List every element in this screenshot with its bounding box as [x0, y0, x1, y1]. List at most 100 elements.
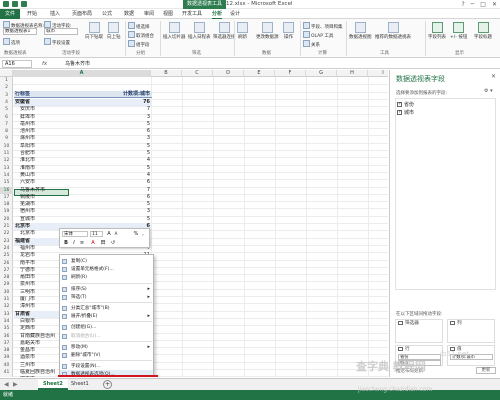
filters-area[interactable]: 筛选器 [395, 319, 443, 343]
pivot-row-label[interactable]: 乌鲁木齐市 [20, 187, 92, 194]
ungroup-button[interactable]: 取消组合 [128, 31, 154, 39]
olap-tools-button[interactable]: OLAP 工具 [303, 31, 333, 39]
close-button[interactable]: ✕ [492, 0, 497, 9]
italic-button[interactable]: I [71, 240, 77, 246]
pivot-row-count[interactable]: 6 [90, 194, 150, 201]
close-icon[interactable]: ✕ [491, 73, 496, 80]
pivot-row-label[interactable]: 黄山市 [20, 172, 92, 179]
row-header[interactable]: 27 [0, 267, 13, 274]
tab-page-layout[interactable]: 页面布局 [72, 9, 92, 19]
row-header[interactable]: 24 [0, 245, 13, 252]
column-header-g[interactable]: G [306, 70, 337, 77]
field-settings-button[interactable]: 字段设置 [44, 38, 70, 46]
row-header[interactable]: 32 [0, 303, 13, 310]
row-header[interactable]: 41 [0, 369, 13, 376]
insert-timeline-button[interactable]: 插入日程表 [188, 22, 211, 40]
row-header[interactable]: 36 [0, 333, 13, 340]
row-header[interactable]: 5 [0, 106, 13, 113]
filter-connections-button[interactable]: 筛选器连接 [213, 22, 236, 40]
context-menu-item[interactable]: 刷新(R) [60, 273, 153, 282]
tab-review[interactable]: 审阅 [144, 9, 154, 19]
tab-design[interactable]: 设计 [230, 9, 240, 19]
pivot-row-label[interactable]: 铜陵市 [20, 194, 92, 201]
undo-icon[interactable] [21, 1, 27, 7]
pivot-row-label[interactable]: 蚌埠市 [20, 114, 92, 121]
pivot-row-label[interactable]: 合肥市 [20, 150, 92, 157]
pivot-row-count[interactable]: 6 [90, 179, 150, 186]
insert-slicer-button[interactable]: 插入切片器 [163, 22, 186, 40]
context-menu-item[interactable]: 删除"城市"(V) [60, 351, 153, 360]
row-header[interactable]: 18 [0, 201, 13, 208]
gear-icon[interactable]: ⚙ ▾ [484, 88, 496, 96]
active-field-input[interactable]: 城市 [44, 28, 78, 35]
options-button[interactable]: 选项 [3, 38, 20, 46]
borders-button[interactable]: 田 [100, 240, 106, 246]
field-list-toggle[interactable]: 字段列表 [428, 22, 446, 40]
tab-developer[interactable]: 开发工具 [182, 9, 202, 19]
percent-button[interactable]: % [133, 231, 139, 237]
row-header[interactable]: 29 [0, 281, 13, 288]
pivot-row-count[interactable]: 5 [90, 201, 150, 208]
row-header[interactable]: 31 [0, 296, 13, 303]
row-header[interactable]: 3 [0, 92, 13, 99]
tab-file[interactable]: 文件 [0, 9, 20, 19]
bold-button[interactable]: B [63, 240, 69, 246]
comma-button[interactable]: , [140, 231, 146, 237]
field-checkbox-city[interactable]: 城市 [397, 109, 414, 117]
row-header[interactable]: 9 [0, 135, 13, 142]
shrink-font-button[interactable]: A [113, 231, 119, 237]
drill-down-button[interactable]: 向下钻取 [85, 22, 103, 40]
tab-insert[interactable]: 插入 [50, 9, 60, 19]
row-header[interactable]: 37 [0, 340, 13, 347]
sheet-tab-sheet1[interactable]: Sheet1 [66, 379, 94, 390]
pivot-row-count[interactable]: 3 [90, 114, 150, 121]
tab-home[interactable]: 开始 [27, 9, 37, 19]
save-icon[interactable] [12, 1, 18, 7]
row-header[interactable]: 30 [0, 289, 13, 296]
next-sheet-icon[interactable]: ▶ [13, 379, 18, 390]
row-header[interactable]: 38 [0, 347, 13, 354]
minimize-button[interactable]: ─ [471, 0, 475, 9]
pivot-row-count[interactable]: 7 [90, 187, 150, 194]
pivot-row-count[interactable]: 5 [90, 216, 150, 223]
pivot-row-label[interactable]: 阜阳市 [20, 143, 92, 150]
pivot-row-count[interactable]: 4 [90, 172, 150, 179]
fx-icon[interactable]: fx [42, 59, 47, 69]
pivot-row-count[interactable]: 5 [90, 165, 150, 172]
context-menu-item[interactable]: 展开/折叠(E) ▸ [60, 312, 153, 321]
tab-data[interactable]: 数据 [124, 9, 134, 19]
tab-formulas[interactable]: 公式 [102, 9, 112, 19]
formula-input[interactable]: 乌鲁木齐市 [65, 59, 90, 69]
pivot-row-count[interactable]: 76 [90, 99, 150, 106]
pivot-row-label[interactable]: 淮南市 [20, 165, 92, 172]
refresh-button[interactable]: 刷新 [237, 22, 248, 40]
pivot-row-label[interactable]: 滁州市 [20, 135, 92, 142]
row-header[interactable]: 34 [0, 318, 13, 325]
field-checkbox-province[interactable]: 省份 [397, 101, 414, 109]
pivot-row-count[interactable]: 3 [90, 135, 150, 142]
drill-up-button[interactable]: 向上钻 [107, 22, 121, 40]
row-header[interactable]: 23 [0, 238, 13, 245]
row-header[interactable]: 17 [0, 194, 13, 201]
column-header-h[interactable]: H [337, 70, 368, 77]
row-header[interactable]: 14 [0, 172, 13, 179]
add-sheet-button[interactable]: + [103, 380, 112, 389]
column-header-c[interactable]: C [182, 70, 213, 77]
context-menu-item[interactable]: 筛选(T) ▸ [60, 293, 153, 302]
pivot-row-count[interactable]: 5 [90, 121, 150, 128]
row-header[interactable]: 2 [0, 84, 13, 91]
column-header-d[interactable]: D [213, 70, 244, 77]
pivot-header-row-label[interactable]: 行标签 [15, 91, 30, 98]
pivot-row-count[interactable]: 4 [90, 157, 150, 164]
row-header[interactable]: 12 [0, 157, 13, 164]
fields-items-sets-button[interactable]: 字段、项目和集 [303, 22, 343, 30]
pivot-row-label[interactable]: 亳州市 [20, 121, 92, 128]
row-header[interactable]: 19 [0, 208, 13, 215]
pivot-group-label[interactable]: 安徽省 [15, 99, 87, 106]
row-header[interactable]: 28 [0, 274, 13, 281]
name-box[interactable]: A16 [2, 60, 32, 68]
row-header[interactable]: 16 [0, 186, 13, 194]
pivot-row-label[interactable]: 池州市 [20, 128, 92, 135]
row-header[interactable]: 22 [0, 230, 13, 237]
row-header[interactable]: 4 [0, 99, 13, 106]
